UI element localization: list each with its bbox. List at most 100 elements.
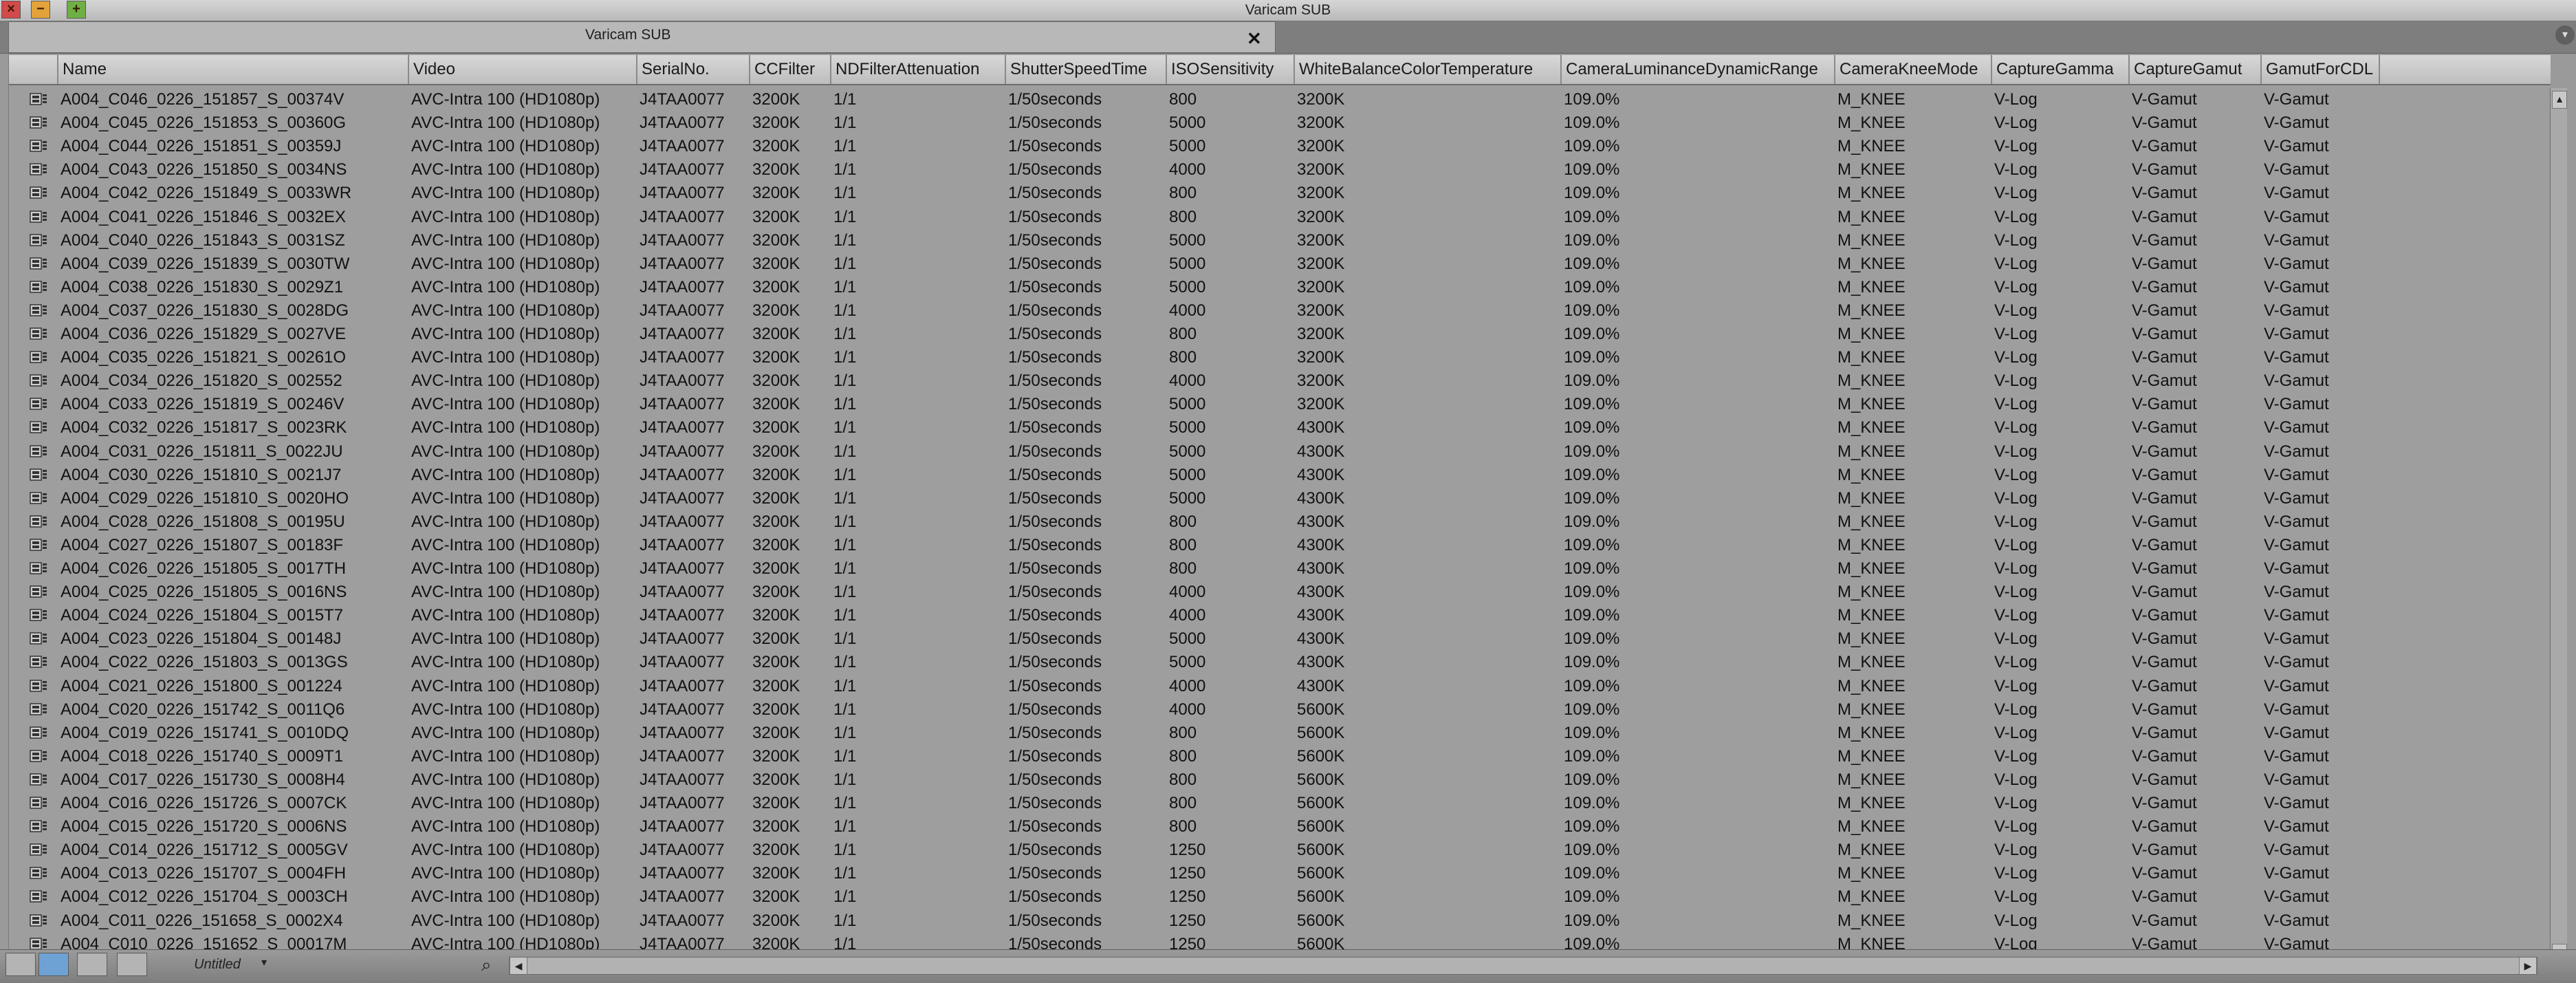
cell-knee: M_KNEE <box>1837 676 1906 695</box>
column-header-wb[interactable]: WhiteBalanceColorTemperature <box>1295 55 1562 84</box>
column-header-iso[interactable]: ISOSensitivity <box>1167 55 1295 84</box>
cell-lum: 109.0% <box>1564 583 1620 602</box>
table-row[interactable]: A004_C023_0226_151804_S_00148J AVC-Intra … <box>9 627 2551 651</box>
table-row[interactable]: A004_C034_0226_151820_S_002552 AVC-Intra … <box>9 369 2551 393</box>
cell-gamma: V-Log <box>1994 184 2038 203</box>
cell-gamut: V-Gamut <box>2132 114 2197 133</box>
table-row[interactable]: A004_C027_0226_151807_S_00183F AVC-Intra … <box>9 534 2551 557</box>
horizontal-scrollbar[interactable]: ◀ ▶ <box>509 957 2537 975</box>
cell-nd: 1/1 <box>833 395 857 414</box>
column-header-gamma[interactable]: CaptureGamma <box>1992 55 2130 84</box>
table-row[interactable]: A004_C015_0226_151720_S_0006NS AVC-Intra … <box>9 815 2551 839</box>
cell-knee: M_KNEE <box>1837 137 1906 156</box>
column-header-video[interactable]: Video <box>409 55 637 84</box>
table-row[interactable]: A004_C032_0226_151817_S_0023RK AVC-Intra … <box>9 416 2551 440</box>
table-row[interactable]: A004_C010_0226_151652_S_00017M AVC-Intra … <box>9 933 2551 949</box>
table-row[interactable]: A004_C019_0226_151741_S_0010DQ AVC-Intra … <box>9 722 2551 745</box>
cell-wb: 5600K <box>1297 864 1345 883</box>
table-row[interactable]: A004_C038_0226_151830_S_0029Z1 AVC-Intra … <box>9 276 2551 299</box>
tab-varicam-sub[interactable]: Varicam SUB ✕ <box>8 21 1276 53</box>
script-view-icon[interactable] <box>117 953 147 976</box>
table-row[interactable]: A004_C017_0226_151730_S_0008H4 AVC-Intra … <box>9 768 2551 792</box>
cell-video: AVC-Intra 100 (HD1080p) <box>411 395 600 414</box>
cell-serial: J4TAA0077 <box>640 137 725 156</box>
cell-name: A004_C045_0226_151853_S_00360G <box>61 114 347 133</box>
cell-lum: 109.0% <box>1564 887 1620 907</box>
table-row[interactable]: A004_C022_0226_151803_S_0013GS AVC-Intra … <box>9 651 2551 674</box>
cell-serial: J4TAA0077 <box>640 254 725 273</box>
table-row[interactable]: A004_C016_0226_151726_S_0007CK AVC-Intra … <box>9 792 2551 815</box>
table-row[interactable]: A004_C046_0226_151857_S_00374V AVC-Intra … <box>9 88 2551 111</box>
bin-menu-button[interactable]: ▾ <box>2555 25 2575 45</box>
column-header-ccf[interactable]: CCFilter <box>750 55 831 84</box>
table-row[interactable]: A004_C035_0226_151821_S_00261O AVC-Intra … <box>9 346 2551 369</box>
table-row[interactable]: A004_C031_0226_151811_S_0022JU AVC-Intra … <box>9 440 2551 464</box>
title-bar: × − + Varicam SUB <box>0 0 2576 21</box>
thumbnail-view-icon[interactable] <box>77 953 107 976</box>
cell-serial: J4TAA0077 <box>640 817 725 836</box>
table-row[interactable]: A004_C030_0226_151810_S_0021J7 AVC-Intra … <box>9 464 2551 487</box>
table-row[interactable]: A004_C037_0226_151830_S_0028DG AVC-Intra … <box>9 299 2551 323</box>
scroll-left-icon[interactable]: ◀ <box>510 958 527 974</box>
cell-iso: 1250 <box>1169 911 1206 930</box>
column-header-name[interactable]: Name <box>58 55 409 84</box>
table-row[interactable]: A004_C025_0226_151805_S_0016NS AVC-Intra … <box>9 581 2551 604</box>
column-header-shutter[interactable]: ShutterSpeedTime <box>1006 55 1167 84</box>
table-row[interactable]: A004_C011_0226_151658_S_0002X4 AVC-Intra … <box>9 909 2551 933</box>
cell-ccf: 3200K <box>752 559 800 578</box>
table-row[interactable]: A004_C026_0226_151805_S_0017TH AVC-Intra … <box>9 557 2551 581</box>
frame-view-icon[interactable] <box>6 953 36 976</box>
list-view-icon[interactable] <box>39 953 69 976</box>
chevron-down-icon[interactable]: ▾ <box>261 955 267 969</box>
cell-gamma: V-Log <box>1994 864 2038 883</box>
tab-close-icon[interactable]: ✕ <box>1247 28 1262 50</box>
scroll-right-icon[interactable]: ▶ <box>2519 958 2537 974</box>
table-row[interactable]: A004_C033_0226_151819_S_00246V AVC-Intra … <box>9 393 2551 416</box>
table-row[interactable]: A004_C044_0226_151851_S_00359J AVC-Intra … <box>9 135 2551 158</box>
cell-gamut: V-Gamut <box>2132 770 2197 789</box>
table-row[interactable]: A004_C012_0226_151704_S_0003CH AVC-Intra … <box>9 885 2551 909</box>
cell-ccf: 3200K <box>752 606 800 625</box>
table-row[interactable]: A004_C041_0226_151846_S_0032EX AVC-Intra … <box>9 206 2551 229</box>
master-clip-icon <box>30 140 47 152</box>
column-header-cdl[interactable]: GamutForCDL <box>2262 55 2380 84</box>
cell-iso: 800 <box>1169 512 1197 531</box>
table-row[interactable]: A004_C018_0226_151740_S_0009T1 AVC-Intra … <box>9 745 2551 768</box>
cell-wb: 3200K <box>1297 254 1345 273</box>
scroll-up-icon[interactable]: ▲ <box>2552 91 2567 109</box>
table-row[interactable]: A004_C042_0226_151849_S_0033WR AVC-Intra … <box>9 182 2551 205</box>
table-row[interactable]: A004_C036_0226_151829_S_0027VE AVC-Intra … <box>9 323 2551 346</box>
column-header-serial[interactable]: SerialNo. <box>637 55 750 84</box>
cell-ccf: 3200K <box>752 230 800 250</box>
cell-lum: 109.0% <box>1564 184 1620 203</box>
column-header-icon[interactable] <box>9 55 58 84</box>
column-header-gamut[interactable]: CaptureGamut <box>2130 55 2262 84</box>
cell-lum: 109.0% <box>1564 90 1620 109</box>
cell-cdl: V-Gamut <box>2264 934 2329 949</box>
cell-ccf: 3200K <box>752 277 800 296</box>
column-header-knee[interactable]: CameraKneeMode <box>1835 55 1992 84</box>
table-row[interactable]: A004_C039_0226_151839_S_0030TW AVC-Intra … <box>9 252 2551 276</box>
table-row[interactable]: A004_C029_0226_151810_S_0020HO AVC-Intra … <box>9 487 2551 510</box>
table-row[interactable]: A004_C021_0226_151800_S_001224 AVC-Intra … <box>9 675 2551 698</box>
table-row[interactable]: A004_C040_0226_151843_S_0031SZ AVC-Intra … <box>9 229 2551 252</box>
table-row[interactable]: A004_C045_0226_151853_S_00360G AVC-Intra … <box>9 111 2551 135</box>
search-icon[interactable]: ⌕ <box>481 954 505 975</box>
table-row[interactable]: A004_C013_0226_151707_S_0004FH AVC-Intra … <box>9 862 2551 885</box>
column-header-nd[interactable]: NDFilterAttenuation <box>831 55 1006 84</box>
table-row[interactable]: A004_C028_0226_151808_S_00195U AVC-Intra … <box>9 510 2551 534</box>
table-row[interactable]: A004_C020_0226_151742_S_0011Q6 AVC-Intra … <box>9 698 2551 722</box>
column-header-lum[interactable]: CameraLuminanceDynamicRange <box>1562 55 1835 84</box>
cell-iso: 800 <box>1169 746 1197 766</box>
table-row[interactable]: A004_C043_0226_151850_S_0034NS AVC-Intra … <box>9 158 2551 182</box>
master-clip-icon <box>30 468 47 481</box>
cell-video: AVC-Intra 100 (HD1080p) <box>411 90 600 109</box>
table-row[interactable]: A004_C014_0226_151712_S_0005GV AVC-Intra … <box>9 839 2551 862</box>
cell-name: A004_C035_0226_151821_S_00261O <box>61 348 347 367</box>
table-row[interactable]: A004_C024_0226_151804_S_0015T7 AVC-Intra … <box>9 604 2551 627</box>
cell-cdl: V-Gamut <box>2264 348 2329 367</box>
cell-shutter: 1/50seconds <box>1008 911 1102 930</box>
cell-ccf: 3200K <box>752 770 800 789</box>
vertical-scrollbar[interactable]: ▲ ▼ <box>2550 88 2567 962</box>
bin-view-select[interactable]: Untitled <box>162 954 272 975</box>
